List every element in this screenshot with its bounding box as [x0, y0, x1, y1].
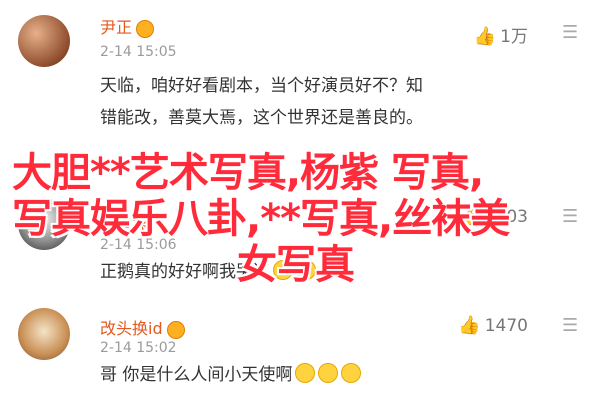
comment-item: 尹正 2-14 15:05 👍 1万 ☰ 天临，咱好好看剧本，当个好演员好不？知 …: [0, 0, 600, 140]
comment-item: 改头换id 2-14 15:02 👍 1470 ☰ 哥 你是什么人间小天使啊: [0, 285, 600, 400]
crying-emoji-icon: [296, 260, 316, 280]
comment-text: 正鹅真的好好啊我哭辽: [100, 256, 316, 288]
comment-author[interactable]: 郭京飞: [100, 213, 148, 237]
avatar[interactable]: [18, 308, 70, 360]
more-icon[interactable]: ☰: [562, 315, 586, 337]
comment-date: 2-14 15:02: [100, 340, 177, 356]
crying-emoji-icon: [273, 260, 293, 280]
vip-badge-icon: [136, 19, 155, 38]
like-button[interactable]: 👍 1470: [458, 315, 528, 336]
more-icon[interactable]: ☰: [562, 206, 586, 228]
like-count: 1470: [484, 316, 528, 336]
avatar[interactable]: [18, 15, 70, 67]
comment-date: 2-14 15:06: [100, 237, 177, 253]
comment-author[interactable]: 改头换id: [100, 315, 185, 339]
like-button[interactable]: 👍 1503: [458, 206, 528, 227]
thumbs-up-icon: 👍: [473, 26, 497, 47]
comment-text: 哥 你是什么人间小天使啊: [100, 359, 362, 391]
comment-item: 郭京飞 2-14 15:06 👍 1503 ☰ 正鹅真的好好啊我哭辽: [0, 140, 600, 285]
more-icon[interactable]: ☰: [562, 22, 586, 44]
vip-badge-icon: [166, 320, 185, 339]
comment-date: 2-14 15:05: [100, 44, 177, 60]
thumbs-up-icon: 👍: [458, 206, 481, 227]
like-button[interactable]: 👍 1万: [474, 22, 528, 47]
crying-emoji-icon: [341, 363, 362, 383]
crying-emoji-icon: [318, 363, 339, 383]
comment-text: 天临，咱好好看剧本，当个好演员好不？知 错能改，善莫大焉，这个世界还是善良的。: [100, 76, 423, 128]
crying-emoji-icon: [295, 363, 316, 383]
like-count: 1503: [484, 207, 528, 227]
thumbs-up-icon: 👍: [458, 315, 481, 336]
avatar[interactable]: [18, 198, 70, 250]
comment-author[interactable]: 尹正: [100, 14, 155, 38]
like-count: 1万: [500, 27, 528, 47]
